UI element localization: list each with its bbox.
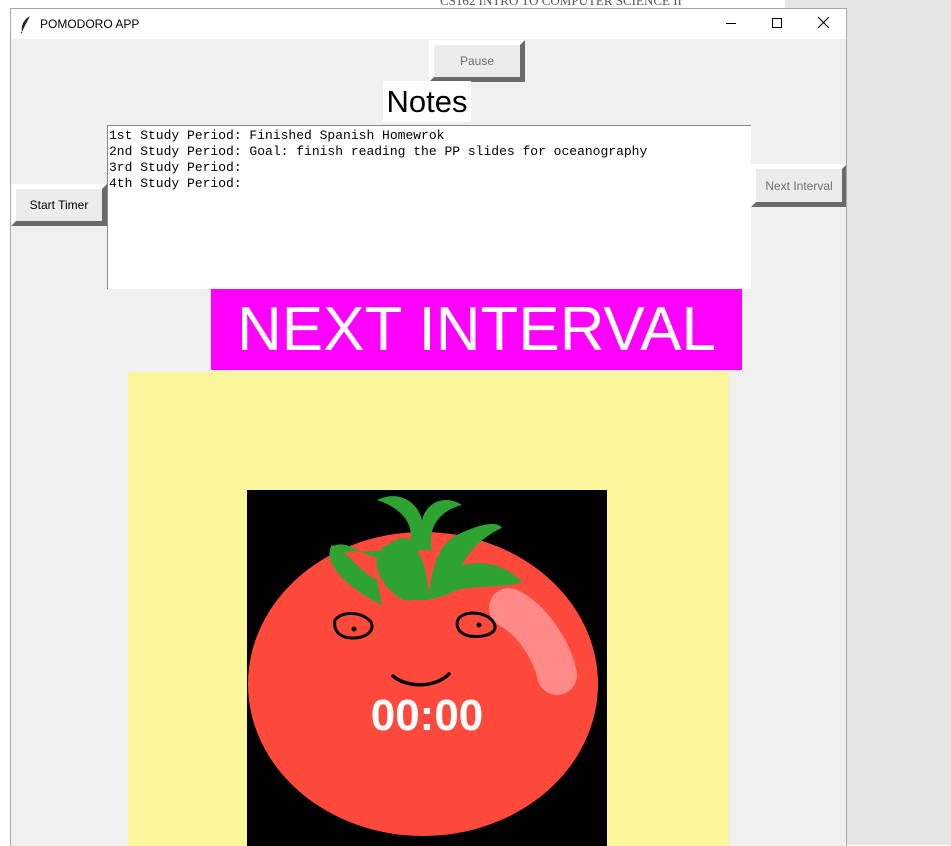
interval-banner: NEXT INTERVAL — [211, 289, 742, 370]
tomato-canvas: 00:00 — [247, 490, 607, 846]
maximize-button[interactable] — [754, 9, 800, 39]
tomato-illustration — [248, 496, 598, 836]
timer-display: 00:00 — [370, 691, 484, 740]
app-window: POMODORO APP Pause Notes Start Timer Nex… — [10, 8, 847, 846]
pause-button[interactable]: Pause — [429, 40, 525, 82]
notes-line-1: 1st Study Period: Finished Spanish Homew… — [109, 128, 445, 143]
notes-line-4: 4th Study Period: — [109, 176, 242, 191]
next-interval-button[interactable]: Next Interval — [751, 164, 846, 207]
feather-icon — [19, 15, 33, 34]
notes-textarea[interactable]: 1st Study Period: Finished Spanish Homew… — [107, 125, 751, 289]
window-title: POMODORO APP — [40, 17, 140, 31]
title-bar[interactable]: POMODORO APP — [11, 9, 846, 39]
close-button[interactable] — [800, 9, 846, 39]
notes-heading: Notes — [383, 81, 471, 122]
maximize-icon — [772, 15, 782, 33]
notes-line-2: 2nd Study Period: Goal: finish reading t… — [109, 144, 648, 159]
close-icon — [817, 15, 829, 33]
minimize-icon — [726, 15, 736, 33]
minimize-button[interactable] — [708, 9, 754, 39]
start-timer-button[interactable]: Start Timer — [11, 184, 107, 226]
notes-line-3: 3rd Study Period: — [109, 160, 242, 175]
